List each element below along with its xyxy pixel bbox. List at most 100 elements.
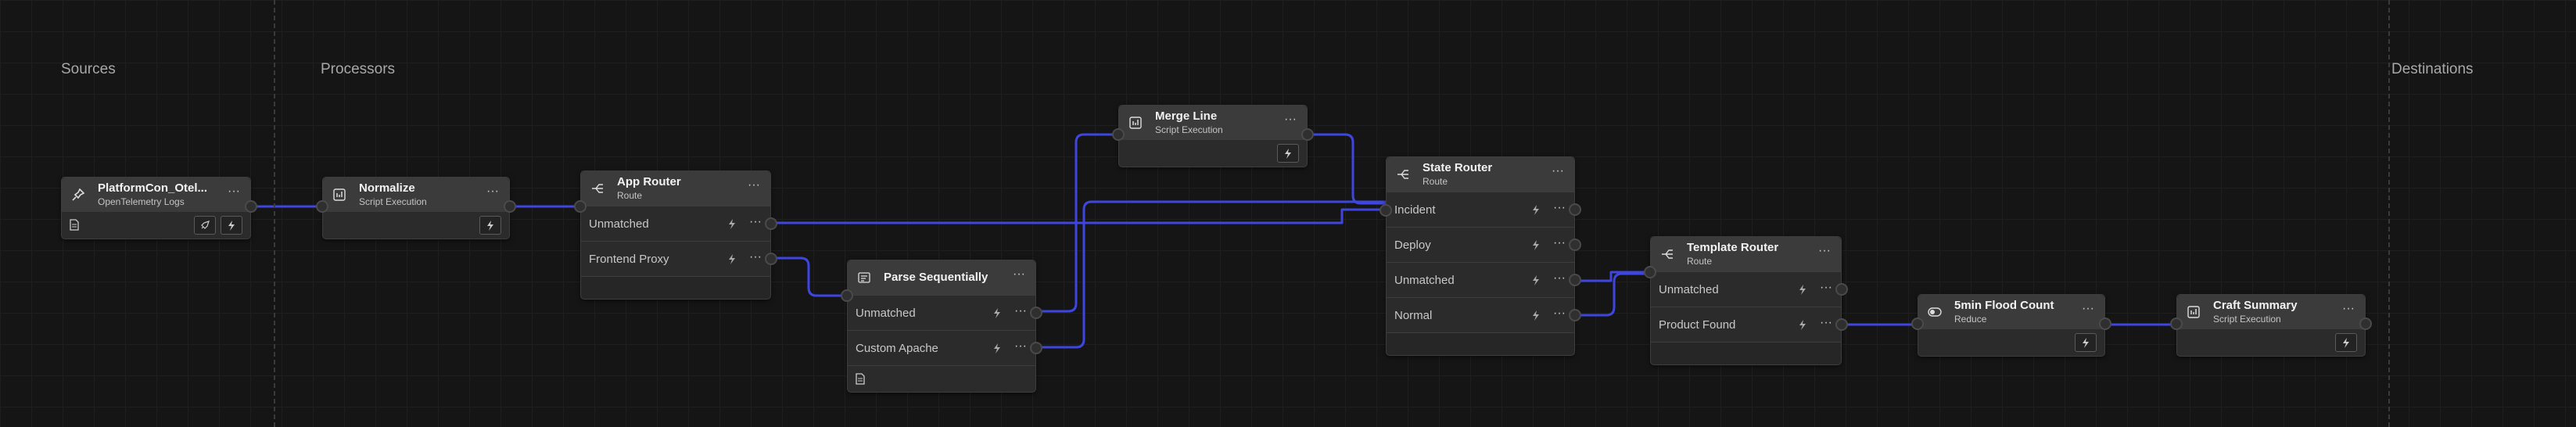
node-menu-button[interactable]: ···: [225, 185, 242, 199]
node-header[interactable]: 5min Flood Count Reduce ···: [1918, 295, 2104, 329]
route-menu-button[interactable]: ···: [1012, 340, 1029, 354]
node-header[interactable]: Parse Sequentially ···: [848, 260, 1035, 295]
input-port[interactable]: [316, 200, 328, 213]
bolt-icon[interactable]: [479, 216, 501, 235]
route-deploy[interactable]: Deploy ···: [1387, 227, 1581, 262]
node-platformcon[interactable]: PlatformCon_Otel... OpenTelemetry Logs ·…: [61, 177, 257, 239]
node-normalize[interactable]: Normalize Script Execution ···: [316, 177, 516, 239]
output-port[interactable]: [1301, 128, 1314, 141]
node-menu-button[interactable]: ···: [745, 179, 762, 193]
route-menu-button[interactable]: ···: [1551, 272, 1568, 286]
node-header[interactable]: Merge Line Script Execution ···: [1119, 106, 1307, 140]
node-app-router[interactable]: App Router Route ··· Unmatched ··· Front…: [574, 170, 777, 300]
output-port[interactable]: [1835, 318, 1848, 331]
pipeline-canvas[interactable]: Sources Processors Destinations Platform…: [0, 0, 2576, 427]
bolt-icon[interactable]: [1277, 144, 1299, 163]
bolt-icon[interactable]: [2075, 333, 2097, 352]
route-icon: [1660, 247, 1674, 261]
output-port[interactable]: [245, 200, 257, 213]
route-label: Frontend Proxy: [589, 252, 669, 266]
route-menu-button[interactable]: ···: [1551, 237, 1568, 251]
node-header[interactable]: Normalize Script Execution ···: [323, 178, 509, 212]
output-port[interactable]: [765, 253, 777, 265]
node-header[interactable]: PlatformCon_Otel... OpenTelemetry Logs ·…: [62, 178, 250, 212]
node-menu-button[interactable]: ···: [2079, 303, 2097, 317]
node-menu-button[interactable]: ···: [1010, 268, 1028, 282]
output-port[interactable]: [2099, 318, 2111, 330]
output-port[interactable]: [2359, 318, 2372, 330]
node-title: Merge Line: [1155, 109, 1218, 124]
node-menu-button[interactable]: ···: [2340, 303, 2357, 317]
route-menu-button[interactable]: ···: [1551, 307, 1568, 321]
input-port[interactable]: [1911, 318, 1924, 330]
route-unmatched[interactable]: Unmatched ···: [581, 206, 777, 241]
route-menu-button[interactable]: ···: [747, 251, 764, 265]
route-menu-button[interactable]: ···: [1012, 305, 1029, 319]
input-port[interactable]: [574, 200, 587, 213]
route-incident[interactable]: Incident ···: [1387, 192, 1581, 227]
node-header[interactable]: App Router Route ···: [581, 171, 770, 206]
node-menu-button[interactable]: ···: [484, 185, 501, 199]
node-flood-count[interactable]: 5min Flood Count Reduce ···: [1911, 294, 2111, 357]
node-menu-button[interactable]: ···: [1816, 245, 1833, 259]
script-icon: [2187, 305, 2201, 319]
output-port[interactable]: [1835, 283, 1848, 296]
node-header[interactable]: State Router Route ···: [1387, 157, 1574, 192]
bolt-icon[interactable]: [990, 306, 1004, 320]
route-menu-button[interactable]: ···: [1817, 317, 1835, 331]
node-template-router[interactable]: Template Router Route ··· Unmatched ··· …: [1644, 236, 1848, 365]
input-port[interactable]: [2170, 318, 2183, 330]
route-frontend-proxy[interactable]: Frontend Proxy ···: [581, 241, 777, 276]
bolt-icon[interactable]: [1529, 203, 1543, 217]
node-header[interactable]: Template Router Route ···: [1651, 237, 1841, 271]
bolt-icon[interactable]: [221, 216, 242, 235]
node-merge-line[interactable]: Merge Line Script Execution ···: [1112, 105, 1314, 167]
input-port[interactable]: [1112, 128, 1125, 141]
node-menu-button[interactable]: ···: [1549, 165, 1566, 179]
route-unmatched[interactable]: Unmatched ···: [1387, 262, 1581, 297]
output-port[interactable]: [1569, 239, 1581, 251]
node-craft-summary[interactable]: Craft Summary Script Execution ···: [2170, 294, 2372, 357]
route-custom-apache[interactable]: Custom Apache ···: [848, 330, 1042, 365]
node-footer: [1918, 329, 2104, 356]
input-port[interactable]: [1379, 204, 1392, 217]
node-subtitle: Route: [1423, 175, 1448, 187]
bolt-icon[interactable]: [1529, 273, 1543, 287]
document-icon[interactable]: [856, 372, 866, 386]
node-header[interactable]: Craft Summary Script Execution ···: [2177, 295, 2365, 329]
route-unmatched[interactable]: Unmatched ···: [1651, 271, 1848, 307]
route-menu-button[interactable]: ···: [1817, 282, 1835, 296]
bolt-icon[interactable]: [1529, 238, 1543, 252]
rocket-icon[interactable]: [194, 216, 216, 235]
node-footer: [848, 365, 1035, 392]
output-port[interactable]: [1030, 342, 1042, 354]
output-port[interactable]: [504, 200, 516, 213]
route-menu-button[interactable]: ···: [1551, 202, 1568, 216]
bolt-icon[interactable]: [725, 252, 739, 266]
input-port[interactable]: [841, 289, 853, 302]
bolt-icon[interactable]: [1796, 318, 1810, 332]
output-port[interactable]: [1569, 274, 1581, 286]
node-parse-sequentially[interactable]: Parse Sequentially ··· Unmatched ··· Cus…: [841, 260, 1042, 393]
route-product-found[interactable]: Product Found ···: [1651, 307, 1848, 342]
output-port[interactable]: [1030, 307, 1042, 319]
output-port[interactable]: [765, 217, 777, 230]
route-normal[interactable]: Normal ···: [1387, 297, 1581, 332]
node-title: App Router: [617, 175, 681, 189]
wire-mergeline-staterouter: [1306, 133, 1386, 205]
output-port[interactable]: [1569, 309, 1581, 321]
bolt-icon[interactable]: [2335, 333, 2357, 352]
bolt-icon[interactable]: [1529, 308, 1543, 322]
bolt-icon[interactable]: [1796, 282, 1810, 296]
route-unmatched[interactable]: Unmatched ···: [848, 295, 1042, 330]
script-icon: [1128, 116, 1143, 130]
output-port[interactable]: [1569, 203, 1581, 216]
bolt-icon[interactable]: [990, 341, 1004, 355]
input-port[interactable]: [1644, 266, 1656, 278]
node-state-router[interactable]: State Router Route ··· Incident ··· Depl…: [1379, 156, 1581, 356]
route-icon: [590, 181, 605, 196]
node-menu-button[interactable]: ···: [1282, 113, 1299, 127]
document-icon[interactable]: [70, 219, 81, 231]
bolt-icon[interactable]: [725, 217, 739, 231]
route-menu-button[interactable]: ···: [747, 216, 764, 230]
